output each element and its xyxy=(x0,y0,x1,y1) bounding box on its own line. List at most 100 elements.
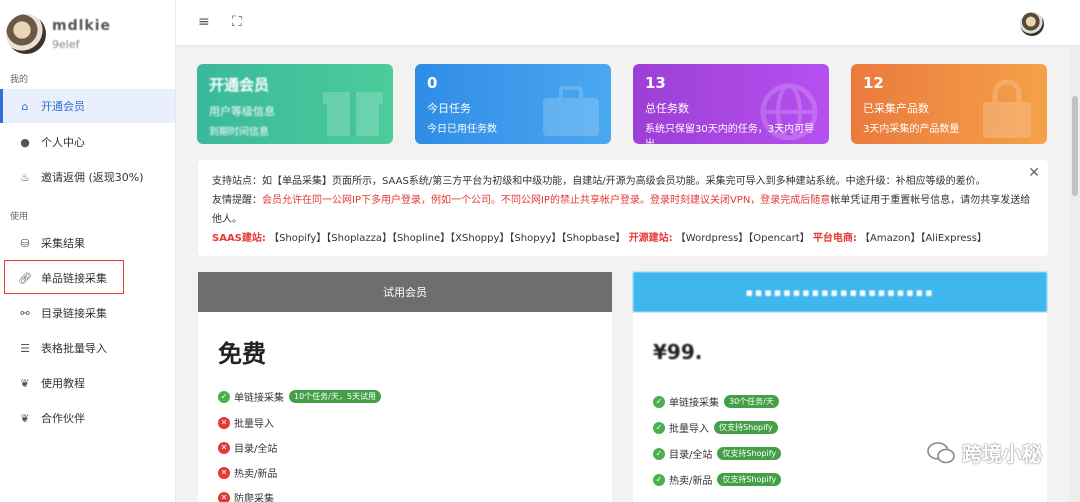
cross-icon: ✕ xyxy=(218,441,230,454)
sidebar-item-label: 合作伙伴 xyxy=(41,412,85,425)
feature-item: ✕ 防爬采集 xyxy=(218,490,274,502)
fire-icon: ♨ xyxy=(20,170,30,184)
reminder-warning: 会员允许在同一公网IP下多用户登录，例如一个公司。不同公网IP的禁止共享帐户登录… xyxy=(262,195,831,206)
check-icon: ✓ xyxy=(653,473,665,486)
feature-item: ✕ 批量导入 xyxy=(218,415,274,430)
check-icon: ✓ xyxy=(653,421,665,434)
feature-item: ✓ 热卖/新品 仅支持Shopify xyxy=(653,472,782,487)
notice-line-reminder: 友情提醒：会员允许在同一公网IP下多用户登录，例如一个公司。不同公网IP的禁止共… xyxy=(212,191,1034,229)
brand-subtitle: 9elef xyxy=(52,38,80,51)
watermark-text: 跨境小秘 xyxy=(962,442,1042,466)
opensource-list: 【Wordpress】【Opencart】 xyxy=(675,233,810,244)
feature-tag: 30个任务/天 xyxy=(724,395,779,408)
sidebar-item-label: 表格批量导入 xyxy=(41,342,107,355)
globe-icon xyxy=(760,83,818,140)
feature-item: ✓ 批量导入 仅支持Shopify xyxy=(653,420,778,435)
check-icon: ✓ xyxy=(218,390,230,403)
highlight-annotation-box xyxy=(4,260,124,294)
feature-label: 目录/全站 xyxy=(669,450,713,461)
unlink-icon: ⚯ xyxy=(20,306,30,320)
feature-item: ✓ 目录/全站 仅支持Shopify xyxy=(653,446,782,461)
fullscreen-icon[interactable]: ⛶ xyxy=(232,14,242,30)
reminder-prefix: 友情提醒： xyxy=(212,195,262,206)
card-today-tasks[interactable]: 0 今日任务 今日已用任务数 xyxy=(415,64,611,144)
opensource-label: 开源建站: xyxy=(628,233,673,244)
feature-item: ✓ 单链接采集 30个任务/天 xyxy=(653,394,779,409)
plan-price: 免费 xyxy=(218,340,266,368)
sidebar-item-label: 邀请返佣 (返现30%) xyxy=(41,171,144,184)
feature-label: 防爬采集 xyxy=(234,494,274,502)
briefcase-icon xyxy=(543,86,599,136)
close-icon[interactable]: ✕ xyxy=(1028,164,1040,183)
feature-item: ✓ 单链接采集 10个任务/天，5天试用 xyxy=(218,389,381,404)
feature-label: 单链接采集 xyxy=(669,398,719,409)
feature-label: 单链接采集 xyxy=(234,393,284,404)
sidebar-item-open-membership[interactable]: ⌂ 开通会员 xyxy=(0,89,175,123)
topbar: ≡ ⛶ xyxy=(176,0,1080,46)
sidebar-item-results[interactable]: ⛁ 采集结果 xyxy=(0,226,175,260)
home-icon: ⌂ xyxy=(21,99,29,113)
feature-tag: 仅支持Shopify xyxy=(714,421,778,434)
saas-list: 【Shopify】【Shoplazza】【Shopline】【XShoppy】【… xyxy=(269,233,626,244)
scrollbar-thumb[interactable] xyxy=(1072,96,1078,196)
brand-name: mdlkie xyxy=(52,18,112,34)
feature-label: 目录/全站 xyxy=(234,444,278,455)
sidebar-item-profile[interactable]: ● 个人中心 xyxy=(0,125,175,159)
notice-line-platforms: SAAS建站: 【Shopify】【Shoplazza】【Shopline】【X… xyxy=(212,229,1034,248)
cross-icon: ✕ xyxy=(218,416,230,429)
menu-icon[interactable]: ≡ xyxy=(198,14,210,30)
cross-icon: ✕ xyxy=(218,466,230,479)
sidebar-item-partners[interactable]: ❦ 合作伙伴 xyxy=(0,401,175,435)
brand: mdlkie 9elef xyxy=(6,10,176,58)
plan-price: ¥99. xyxy=(653,340,703,364)
feature-label: 热卖/新品 xyxy=(669,476,713,487)
section-label-use: 使用 xyxy=(10,212,29,222)
feature-item: ✕ 目录/全站 xyxy=(218,440,277,455)
sidebar-item-label: 个人中心 xyxy=(41,136,85,149)
scrollbar[interactable] xyxy=(1070,46,1080,502)
list-icon: ☰ xyxy=(20,341,30,355)
card-membership[interactable]: 开通会员 用户等级信息 到期时间信息 xyxy=(197,64,393,144)
shopping-bag-icon xyxy=(983,80,1031,138)
check-icon: ✓ xyxy=(653,395,665,408)
platform-list: 【Amazon】【AliExpress】 xyxy=(860,233,987,244)
user-avatar[interactable] xyxy=(1020,12,1044,36)
sidebar-item-label: 目录链接采集 xyxy=(41,307,107,320)
plan-header: 试用会员 xyxy=(198,272,612,312)
feature-tag: 仅支持Shopify xyxy=(717,473,782,486)
watermark: 跨境小秘 xyxy=(926,438,1042,467)
platform-label: 平台电商: xyxy=(812,233,857,244)
plan-header: ▪▪▪▪▪▪▪▪▪▪▪▪▪▪▪▪▪▪▪▪ xyxy=(633,272,1047,312)
card-total-tasks[interactable]: 13 总任务数 系统只保留30天内的任务，3天内可导出 xyxy=(633,64,829,144)
sidebar-item-label: 开通会员 xyxy=(41,100,85,113)
feature-label: 批量导入 xyxy=(669,424,709,435)
sidebar-item-label: 使用教程 xyxy=(41,377,85,390)
section-label-mine: 我的 xyxy=(10,75,29,85)
feature-label: 热卖/新品 xyxy=(234,469,278,480)
leaf-icon: ❦ xyxy=(20,411,30,425)
sidebar-item-table-import[interactable]: ☰ 表格批量导入 xyxy=(0,331,175,365)
notice-line-support: 支持站点：如【单品采集】页面所示，SAAS系统/第三方平台为初级和中级功能，自建… xyxy=(212,176,986,187)
leaf-icon: ❦ xyxy=(20,376,30,390)
user-icon: ● xyxy=(20,135,30,149)
feature-label: 批量导入 xyxy=(234,419,274,430)
avatar xyxy=(6,14,46,54)
gift-icon xyxy=(323,92,383,136)
feature-tag: 10个任务/天，5天试用 xyxy=(289,390,381,403)
database-icon: ⛁ xyxy=(20,236,30,250)
sidebar-item-tutorial[interactable]: ❦ 使用教程 xyxy=(0,366,175,400)
check-icon: ✓ xyxy=(653,447,665,460)
feature-tag: 仅支持Shopify xyxy=(717,447,782,460)
plan-card-trial: 试用会员 免费 ✓ 单链接采集 10个任务/天，5天试用 ✕ 批量导入 ✕ 目录… xyxy=(198,272,612,502)
saas-label: SAAS建站: xyxy=(212,233,266,244)
feature-item: ✕ 热卖/新品 xyxy=(218,465,277,480)
sidebar-item-referral[interactable]: ♨ 邀请返佣 (返现30%) xyxy=(0,160,175,194)
sidebar-item-label: 采集结果 xyxy=(41,237,85,250)
card-collected-products[interactable]: 12 已采集产品数 3天内采集的产品数量 xyxy=(851,64,1047,144)
sidebar: mdlkie 9elef 我的 ⌂ 开通会员 ● 个人中心 ♨ 邀请返佣 (返现… xyxy=(0,0,176,502)
wechat-icon xyxy=(927,441,955,463)
cross-icon: ✕ xyxy=(218,491,230,502)
sidebar-item-category-link[interactable]: ⚯ 目录链接采集 xyxy=(0,296,175,330)
notice-panel: ✕ 支持站点：如【单品采集】页面所示，SAAS系统/第三方平台为初级和中级功能，… xyxy=(198,160,1048,256)
plan-card-paid: ▪▪▪▪▪▪▪▪▪▪▪▪▪▪▪▪▪▪▪▪ ¥99. ✓ 单链接采集 30个任务/… xyxy=(633,272,1047,502)
